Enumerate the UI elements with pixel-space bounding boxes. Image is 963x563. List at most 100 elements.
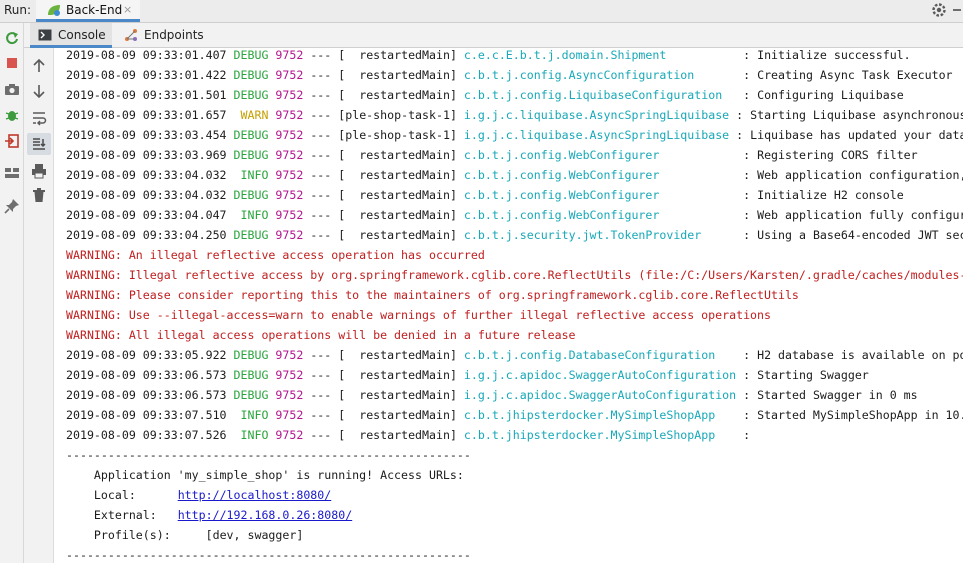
log-message: : Started MySimpleShopApp in 10.532 seco… (743, 408, 963, 422)
log-pid: 9752 (275, 428, 304, 442)
layout-icon[interactable] (4, 165, 20, 181)
log-logger: c.b.t.jhipsterdocker.MySimpleShopApp (463, 408, 716, 422)
exit-icon[interactable] (4, 133, 20, 149)
log-timestamp: 2019-08-09 09:33:04.047 (66, 208, 227, 222)
log-timestamp: 2019-08-09 09:33:03.454 (66, 128, 227, 142)
log-pid: 9752 (275, 48, 304, 62)
gear-icon[interactable] (930, 1, 948, 19)
log-separator: --- (310, 108, 332, 122)
log-separator: --- (310, 88, 332, 102)
log-line: 2019-08-09 09:33:04.032 INFO 9752 --- [ … (66, 168, 963, 186)
log-level: DEBUG (233, 68, 269, 82)
minimize-icon[interactable] (953, 9, 961, 11)
log-timestamp: 2019-08-09 09:33:04.032 (66, 168, 227, 182)
banner-rule: ----------------------------------------… (66, 448, 471, 462)
log-thread: restartedMain (345, 168, 450, 182)
tab-console[interactable]: Console (30, 23, 112, 48)
log-separator: --- (310, 148, 332, 162)
log-level: DEBUG (233, 48, 269, 62)
log-separator: --- (310, 188, 332, 202)
external-url-link[interactable]: http://192.168.0.26:8080/ (178, 508, 353, 522)
log-separator: --- (310, 428, 332, 442)
log-level: INFO (233, 428, 269, 442)
log-thread: [ple-shop-task-1] (338, 128, 457, 142)
log-thread: restartedMain (345, 148, 450, 162)
banner-local-label: Local: (66, 488, 178, 502)
run-tab-label: Back-End (66, 3, 123, 17)
console-output[interactable]: 2019-08-09 09:33:01.407 DEBUG 9752 --- [… (55, 48, 963, 563)
log-separator: --- (310, 48, 332, 62)
warning-line: WARNING: Illegal reflective access by or… (66, 268, 963, 282)
log-message: : H2 database is available on port 18080 (743, 348, 963, 362)
log-message: : Starting Swagger (743, 368, 869, 382)
log-thread: restartedMain (345, 88, 450, 102)
soft-wrap-icon[interactable] (31, 110, 47, 126)
stop-icon[interactable] (4, 55, 20, 71)
log-line: 2019-08-09 09:33:03.969 DEBUG 9752 --- [… (66, 148, 918, 162)
log-level: DEBUG (233, 368, 269, 382)
banner-running-text: Application 'my_simple_shop' is running!… (66, 468, 464, 482)
scroll-to-end-icon[interactable] (31, 136, 47, 152)
debug-icon[interactable] (4, 107, 20, 123)
log-level: INFO (233, 168, 269, 182)
log-line: 2019-08-09 09:33:06.573 DEBUG 9752 --- [… (66, 388, 918, 402)
log-level: INFO (233, 208, 269, 222)
rerun-icon[interactable] (4, 30, 20, 46)
run-actions-strip (0, 23, 24, 563)
log-pid: 9752 (275, 368, 304, 382)
trash-icon[interactable] (31, 187, 47, 203)
print-icon[interactable] (31, 163, 47, 179)
arrow-down-icon[interactable] (31, 83, 47, 99)
log-thread: restartedMain (345, 188, 450, 202)
log-thread: restartedMain (345, 48, 450, 62)
log-timestamp: 2019-08-09 09:33:03.969 (66, 148, 227, 162)
log-timestamp: 2019-08-09 09:33:01.501 (66, 88, 227, 102)
log-line: 2019-08-09 09:33:04.032 DEBUG 9752 --- [… (66, 188, 904, 202)
log-pid: 9752 (275, 148, 304, 162)
log-thread: restartedMain (345, 348, 450, 362)
local-url-link[interactable]: http://localhost:8080/ (178, 488, 332, 502)
banner-profiles-row: Profile(s): [dev, swagger] (66, 528, 303, 546)
log-logger: c.b.t.j.config.AsyncConfiguration (463, 68, 695, 82)
log-logger: c.b.t.j.config.DatabaseConfiguration (463, 348, 716, 362)
log-thread: [ple-shop-task-1] (338, 108, 457, 122)
log-thread: restartedMain (345, 368, 450, 382)
pin-icon[interactable] (4, 198, 20, 214)
banner-external-label: External: (66, 508, 178, 522)
log-level: DEBUG (233, 148, 269, 162)
log-level: INFO (233, 408, 269, 422)
log-thread: restartedMain (345, 228, 450, 242)
tab-console-label: Console (58, 28, 106, 42)
close-icon[interactable]: × (123, 3, 132, 16)
tab-endpoints[interactable]: Endpoints (116, 23, 204, 48)
log-line: 2019-08-09 09:33:05.922 DEBUG 9752 --- [… (66, 348, 963, 366)
log-message: : Web application fully configured (743, 208, 963, 222)
banner-external-row: External: http://192.168.0.26:8080/ (66, 508, 352, 526)
log-separator: --- (310, 348, 332, 362)
log-line: 2019-08-09 09:33:01.657 WARN 9752 --- [p… (66, 108, 963, 126)
log-message: : Using a Base64-encoded JWT secret key (743, 228, 963, 242)
spring-boot-icon (48, 5, 60, 16)
banner-rule: ----------------------------------------… (66, 548, 471, 562)
log-pid: 9752 (275, 228, 304, 242)
log-timestamp: 2019-08-09 09:33:01.407 (66, 48, 227, 62)
log-line: 2019-08-09 09:33:07.510 INFO 9752 --- [ … (66, 408, 963, 426)
log-line: 2019-08-09 09:33:03.454 DEBUG 9752 --- [… (66, 128, 963, 146)
log-logger: i.g.j.c.liquibase.AsyncSpringLiquibase (463, 108, 730, 122)
log-line: 2019-08-09 09:33:04.047 INFO 9752 --- [ … (66, 208, 963, 226)
run-tab-back-end[interactable]: Back-End × (36, 0, 140, 22)
log-message: : Started Swagger in 0 ms (743, 388, 918, 402)
log-separator: --- (310, 388, 332, 402)
log-pid: 9752 (275, 388, 304, 402)
log-logger: c.b.t.j.config.WebConfigurer (463, 208, 660, 222)
log-thread: restartedMain (345, 388, 450, 402)
log-line: 2019-08-09 09:33:01.501 DEBUG 9752 --- [… (66, 88, 904, 102)
log-logger: c.b.t.j.config.LiquibaseConfiguration (463, 88, 723, 102)
log-separator: --- (310, 368, 332, 382)
log-pid: 9752 (275, 128, 304, 142)
log-message: : Starting Liquibase asynchronously, you… (736, 108, 963, 122)
log-timestamp: 2019-08-09 09:33:04.032 (66, 188, 227, 202)
arrow-up-icon[interactable] (31, 58, 47, 74)
log-pid: 9752 (275, 408, 304, 422)
camera-icon[interactable] (4, 81, 20, 97)
